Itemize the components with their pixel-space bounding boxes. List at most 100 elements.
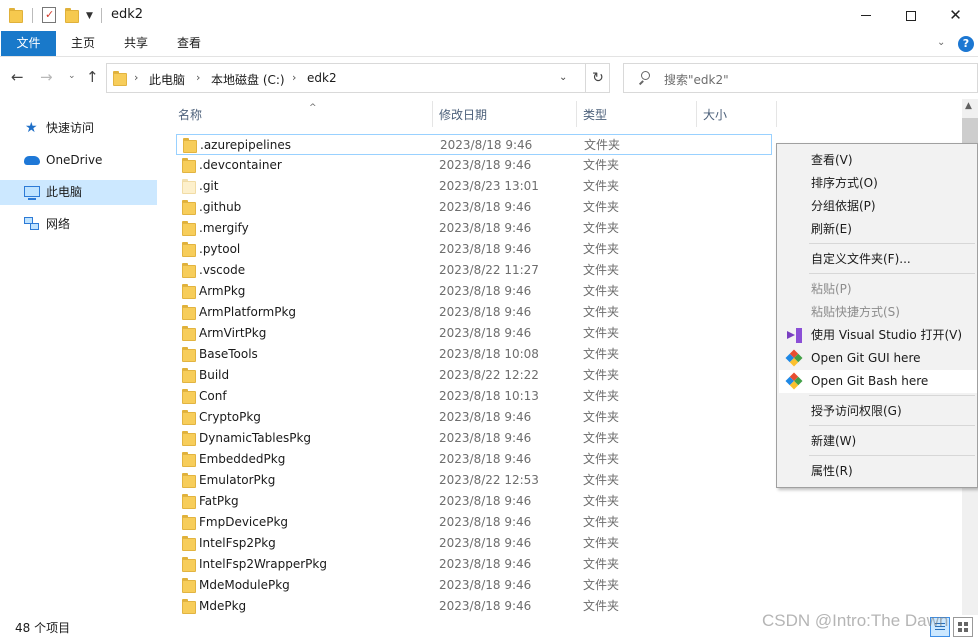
table-row[interactable]: EmulatorPkg 2023/8/22 12:53 文件夹 <box>176 470 772 491</box>
sidebar-item-quick-access[interactable]: ★ 快速访问 <box>0 116 157 141</box>
quick-access-dropdown-icon[interactable]: ▼ <box>86 11 93 21</box>
file-name: .pytool <box>199 242 241 256</box>
file-name: Conf <box>199 389 227 403</box>
watermark: CSDN @Intro:The Dawn <box>762 611 949 630</box>
tab-view[interactable]: 查看 <box>168 31 210 56</box>
file-type: 文件夹 <box>583 599 620 613</box>
folder-icon <box>182 431 196 446</box>
table-row[interactable]: EmbeddedPkg 2023/8/18 9:46 文件夹 <box>176 449 772 470</box>
folder-icon <box>182 494 196 509</box>
breadcrumb-chevron-icon[interactable]: › <box>196 71 200 84</box>
menu-item-label: Open Git Bash here <box>811 374 929 388</box>
table-row[interactable]: CryptoPkg 2023/8/18 9:46 文件夹 <box>176 407 772 428</box>
folder-icon <box>182 179 196 194</box>
table-row[interactable]: ArmVirtPkg 2023/8/18 9:46 文件夹 <box>176 323 772 344</box>
folder-icon <box>182 221 196 236</box>
item-count: 48 个项目 <box>15 621 71 635</box>
column-header-type[interactable]: 类型 <box>577 99 695 131</box>
menu-item-open-git-bash[interactable]: Open Git Bash here <box>779 370 977 393</box>
table-row[interactable]: Build 2023/8/22 12:22 文件夹 <box>176 365 772 386</box>
table-row[interactable]: BaseTools 2023/8/18 10:08 文件夹 <box>176 344 772 365</box>
minimize-button[interactable] <box>843 0 888 31</box>
properties-check-icon[interactable]: ✓ <box>42 7 56 23</box>
table-row[interactable]: .vscode 2023/8/22 11:27 文件夹 <box>176 260 772 281</box>
new-folder-icon[interactable] <box>65 8 79 23</box>
forward-arrow-icon[interactable]: → <box>40 68 53 86</box>
menu-item-label: 新建(W) <box>811 434 857 448</box>
menu-item-paste[interactable]: 粘贴(P) <box>779 278 977 301</box>
table-row[interactable]: ArmPkg 2023/8/18 9:46 文件夹 <box>176 281 772 302</box>
search-placeholder: 搜索"edk2" <box>664 73 729 87</box>
table-row[interactable]: .git 2023/8/23 13:01 文件夹 <box>176 176 772 197</box>
tab-home[interactable]: 主页 <box>62 31 104 56</box>
breadcrumb-chevron-icon[interactable]: › <box>292 71 296 84</box>
file-modified-date: 2023/8/18 9:46 <box>439 431 532 445</box>
sidebar-item-onedrive[interactable]: OneDrive <box>0 148 157 173</box>
menu-item-label: 自定义文件夹(F)... <box>811 252 911 266</box>
address-bar[interactable]: › 此电脑 › 本地磁盘 (C:) › edk2 ⌄ ↻ <box>106 63 610 93</box>
tab-share[interactable]: 共享 <box>114 31 158 56</box>
menu-item-sort-by[interactable]: 排序方式(O) <box>779 172 977 195</box>
scroll-up-icon[interactable]: ▲ <box>965 101 972 111</box>
back-arrow-icon[interactable]: ← <box>11 68 24 86</box>
menu-item-open-git-gui[interactable]: Open Git GUI here <box>779 347 977 370</box>
tab-file[interactable]: 文件 <box>1 31 56 56</box>
column-header-date[interactable]: 修改日期 <box>433 99 575 131</box>
menu-separator <box>809 395 975 396</box>
large-icons-view-icon[interactable] <box>953 617 973 637</box>
table-row[interactable]: MdeModulePkg 2023/8/18 9:46 文件夹 <box>176 575 772 596</box>
column-header-size[interactable]: 大小 <box>697 99 775 131</box>
menu-item-view[interactable]: 查看(V) <box>779 149 977 172</box>
table-row[interactable]: Conf 2023/8/18 10:13 文件夹 <box>176 386 772 407</box>
menu-item-paste-shortcut[interactable]: 粘贴快捷方式(S) <box>779 301 977 324</box>
breadcrumb-edk2[interactable]: edk2 <box>307 71 337 85</box>
close-button[interactable]: ✕ <box>933 0 978 31</box>
breadcrumb-local-disk[interactable]: 本地磁盘 (C:) <box>211 71 285 88</box>
help-icon[interactable]: ? <box>958 36 974 52</box>
sidebar-item-this-pc[interactable]: 此电脑 <box>0 180 157 205</box>
refresh-button[interactable]: ↻ <box>585 64 610 92</box>
recent-locations-chevron-icon[interactable]: ⌄ <box>68 71 76 81</box>
table-row[interactable]: FatPkg 2023/8/18 9:46 文件夹 <box>176 491 772 512</box>
menu-item-give-access[interactable]: 授予访问权限(G) <box>779 400 977 423</box>
table-row[interactable]: MdePkg 2023/8/18 9:46 文件夹 <box>176 596 772 615</box>
table-row[interactable]: .mergify 2023/8/18 9:46 文件夹 <box>176 218 772 239</box>
search-icon <box>638 71 650 85</box>
table-row[interactable]: IntelFsp2Pkg 2023/8/18 9:46 文件夹 <box>176 533 772 554</box>
menu-item-group-by[interactable]: 分组依据(P) <box>779 195 977 218</box>
menu-item-properties[interactable]: 属性(R) <box>779 460 977 483</box>
table-row[interactable]: .devcontainer 2023/8/18 9:46 文件夹 <box>176 155 772 176</box>
sidebar-item-label: 快速访问 <box>46 121 95 135</box>
file-type: 文件夹 <box>583 578 620 592</box>
file-modified-date: 2023/8/18 10:08 <box>439 347 539 361</box>
file-name: MdeModulePkg <box>199 578 290 592</box>
chevron-down-icon[interactable]: ⌄ <box>937 37 945 48</box>
table-row[interactable]: .azurepipelines 2023/8/18 9:46 文件夹 <box>176 134 772 155</box>
up-arrow-icon[interactable]: ↑ <box>86 68 99 86</box>
sidebar-item-network[interactable]: 网络 <box>0 212 157 237</box>
file-modified-date: 2023/8/23 13:01 <box>439 179 539 193</box>
column-header-name[interactable]: ^ 名称 <box>172 99 432 131</box>
table-row[interactable]: FmpDevicePkg 2023/8/18 9:46 文件夹 <box>176 512 772 533</box>
breadcrumb-chevron-icon[interactable]: › <box>134 71 138 84</box>
folder-icon <box>182 452 196 467</box>
menu-item-refresh[interactable]: 刷新(E) <box>779 218 977 241</box>
table-row[interactable]: ArmPlatformPkg 2023/8/18 9:46 文件夹 <box>176 302 772 323</box>
file-name: IntelFsp2Pkg <box>199 536 276 550</box>
table-row[interactable]: IntelFsp2WrapperPkg 2023/8/18 9:46 文件夹 <box>176 554 772 575</box>
file-modified-date: 2023/8/18 9:46 <box>439 578 532 592</box>
menu-item-open-with-visual-studio[interactable]: 使用 Visual Studio 打开(V) <box>779 324 977 347</box>
maximize-button[interactable] <box>888 0 933 31</box>
column-divider[interactable] <box>776 101 777 127</box>
search-input[interactable]: 搜索"edk2" <box>623 63 978 93</box>
file-name: FmpDevicePkg <box>199 515 289 529</box>
menu-item-customize-folder[interactable]: 自定义文件夹(F)... <box>779 248 977 271</box>
breadcrumb-this-pc[interactable]: 此电脑 <box>149 71 185 88</box>
folder-icon <box>182 578 196 593</box>
table-row[interactable]: .pytool 2023/8/18 9:46 文件夹 <box>176 239 772 260</box>
menu-item-new[interactable]: 新建(W) <box>779 430 977 453</box>
table-row[interactable]: DynamicTablesPkg 2023/8/18 9:46 文件夹 <box>176 428 772 449</box>
file-type: 文件夹 <box>583 347 620 361</box>
address-dropdown-icon[interactable]: ⌄ <box>559 72 567 83</box>
table-row[interactable]: .github 2023/8/18 9:46 文件夹 <box>176 197 772 218</box>
